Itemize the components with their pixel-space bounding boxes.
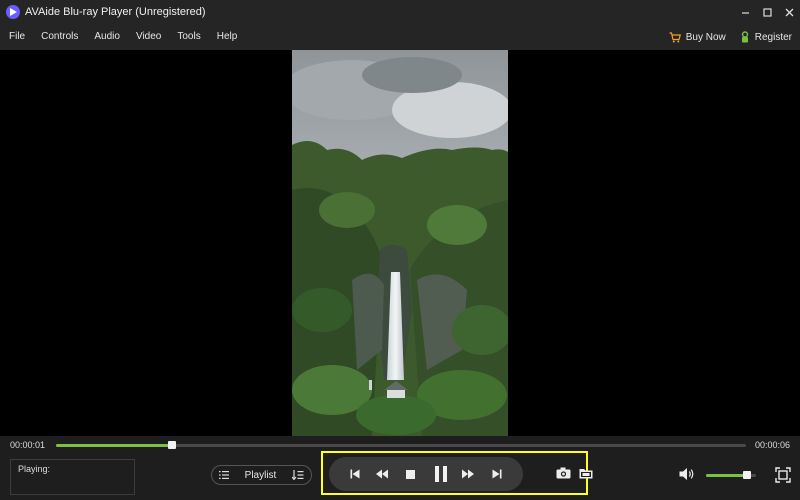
video-display[interactable] bbox=[0, 50, 800, 436]
progress-handle[interactable] bbox=[167, 441, 176, 449]
video-frame bbox=[292, 50, 508, 436]
next-icon[interactable] bbox=[489, 457, 505, 491]
status-box: Playing: bbox=[10, 459, 135, 495]
total-time: 00:00:06 bbox=[754, 440, 790, 450]
maximize-icon[interactable] bbox=[756, 0, 778, 24]
menu-bar: File Controls Audio Video Tools Help Buy… bbox=[0, 24, 800, 50]
pause-icon[interactable] bbox=[430, 457, 452, 491]
buy-now-button[interactable]: Buy Now bbox=[669, 32, 726, 43]
list-icon bbox=[219, 471, 229, 479]
menu-controls[interactable]: Controls bbox=[33, 24, 86, 50]
transport-controls bbox=[329, 457, 523, 491]
progress-fill bbox=[56, 444, 172, 447]
status-label: Playing: bbox=[18, 464, 51, 474]
playlist-button[interactable]: Playlist bbox=[211, 465, 312, 485]
fast-forward-icon[interactable] bbox=[459, 457, 477, 491]
register-label: Register bbox=[754, 31, 792, 43]
volume-fill bbox=[706, 474, 747, 477]
snapshot-camera-icon[interactable] bbox=[555, 465, 571, 481]
menu-audio[interactable]: Audio bbox=[86, 24, 128, 50]
previous-icon[interactable] bbox=[347, 457, 363, 491]
menu-file[interactable]: File bbox=[0, 24, 33, 50]
control-panel: 00:00:01 00:00:06 Playing: Playlist bbox=[0, 436, 800, 500]
menu-help[interactable]: Help bbox=[209, 24, 246, 50]
playlist-label: Playlist bbox=[244, 469, 277, 481]
title-bar: AVAide Blu-ray Player (Unregistered) bbox=[0, 0, 800, 24]
buy-now-label: Buy Now bbox=[685, 31, 726, 43]
close-icon[interactable] bbox=[778, 0, 800, 24]
app-logo-icon bbox=[6, 5, 20, 19]
fullscreen-icon[interactable] bbox=[775, 467, 791, 483]
stop-icon[interactable] bbox=[402, 457, 418, 491]
current-time: 00:00:01 bbox=[10, 440, 46, 450]
window-title: AVAide Blu-ray Player (Unregistered) bbox=[25, 6, 206, 18]
volume-slider[interactable] bbox=[706, 471, 756, 479]
rewind-icon[interactable] bbox=[373, 457, 391, 491]
register-button[interactable]: Register bbox=[740, 31, 792, 43]
menu-tools[interactable]: Tools bbox=[169, 24, 208, 50]
progress-bar[interactable] bbox=[56, 441, 746, 449]
sort-list-icon bbox=[292, 470, 304, 480]
cart-icon bbox=[669, 31, 681, 42]
menu-video[interactable]: Video bbox=[128, 24, 169, 50]
volume-handle[interactable] bbox=[743, 471, 751, 479]
snapshot-folder-icon[interactable] bbox=[578, 465, 594, 481]
minimize-icon[interactable] bbox=[734, 0, 756, 24]
key-icon bbox=[741, 31, 748, 43]
volume-icon[interactable] bbox=[679, 467, 695, 483]
